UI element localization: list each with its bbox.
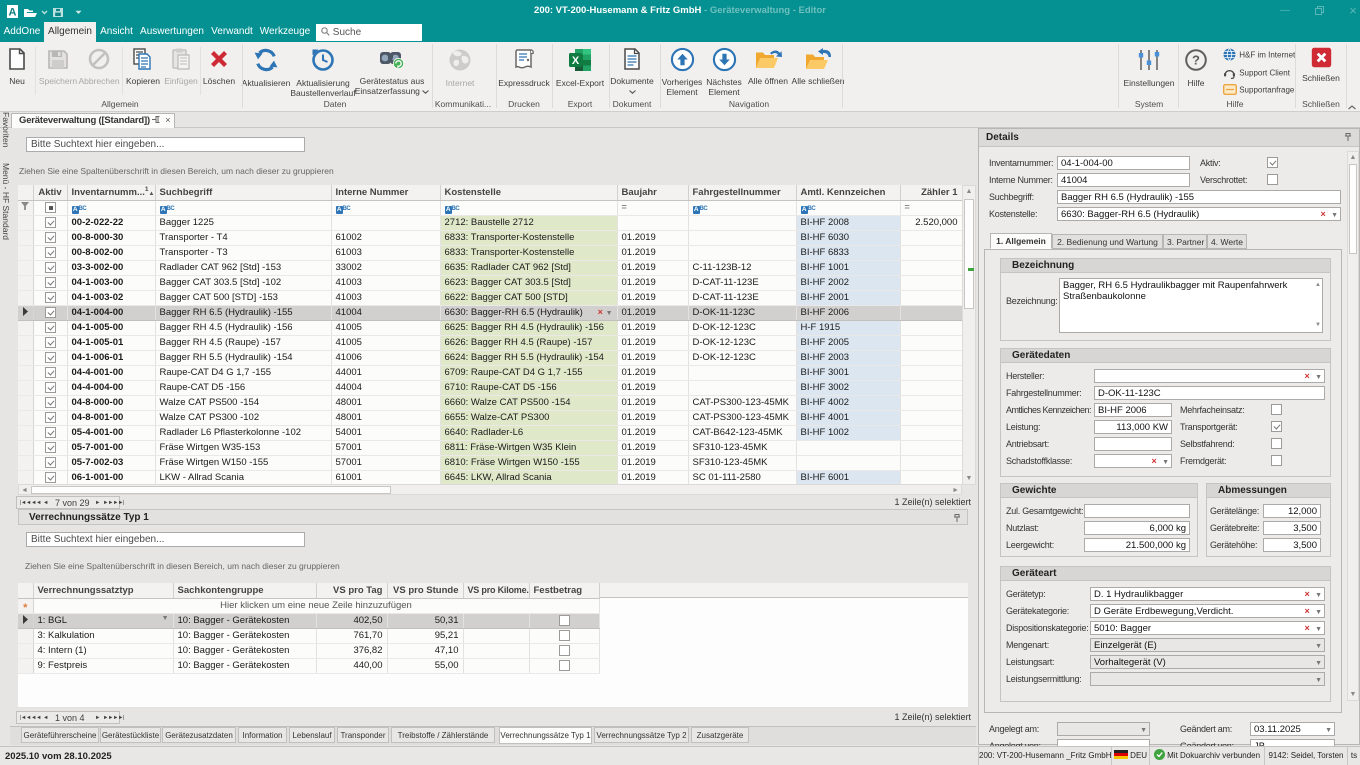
svg-text:X: X: [572, 55, 580, 67]
svg-text:A: A: [9, 7, 17, 19]
svg-text:?: ?: [1192, 53, 1200, 68]
